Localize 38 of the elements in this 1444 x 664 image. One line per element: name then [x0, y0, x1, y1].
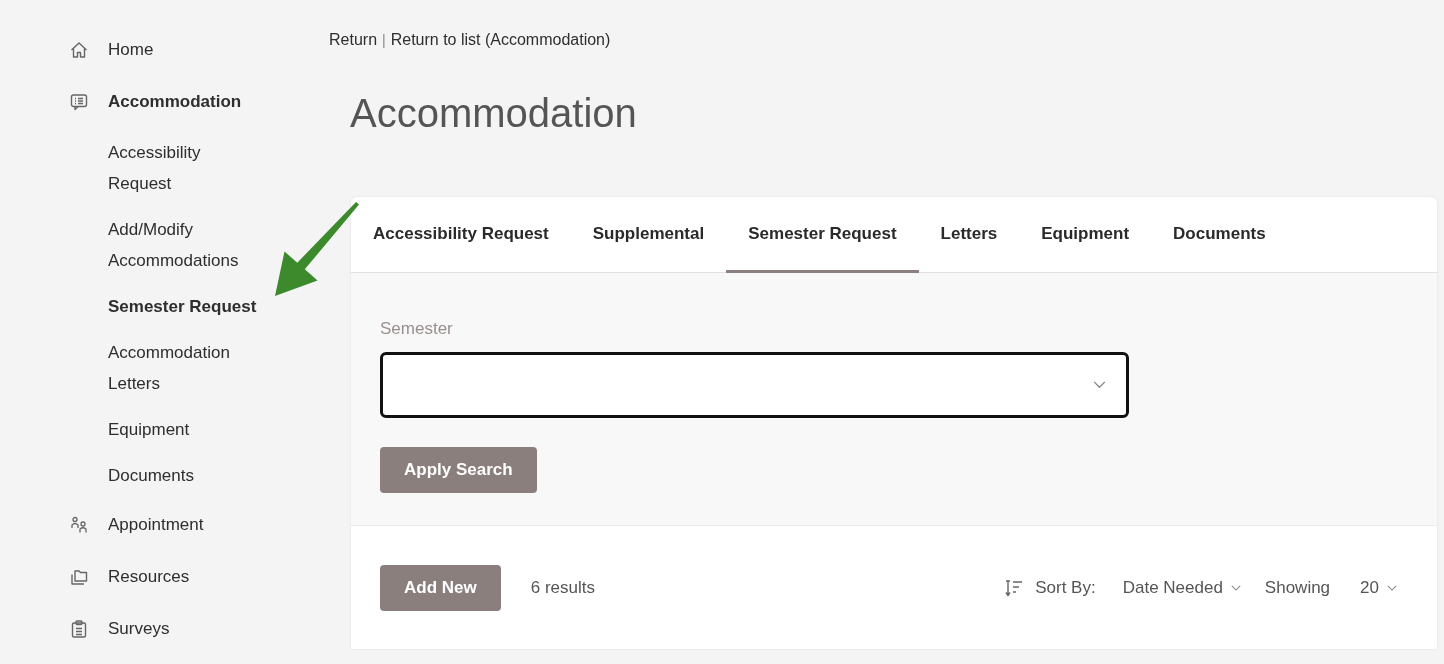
tab[interactable]: Accessibility Request — [351, 197, 571, 273]
breadcrumb-link[interactable]: Return to list (Accommodation) — [390, 30, 611, 50]
sidebar-subitem[interactable]: Accommodation Letters — [108, 329, 264, 406]
sidebar-subitem[interactable]: Documents — [108, 452, 194, 498]
tab[interactable]: Letters — [918, 197, 1020, 273]
chevron-down-icon — [1093, 381, 1106, 389]
chevron-down-icon — [1387, 585, 1397, 591]
home-icon — [70, 41, 88, 59]
folders-icon — [70, 568, 88, 586]
field-label: Semester — [380, 319, 453, 339]
page-size-dropdown[interactable]: 20 — [1360, 578, 1397, 598]
tab[interactable]: Supplemental — [570, 197, 727, 273]
results-count: 6 results — [530, 578, 595, 598]
page-title: Accommodation — [350, 90, 638, 137]
sidebar-item[interactable]: Appointment — [108, 513, 204, 537]
sort-label: Sort By: — [1035, 578, 1096, 598]
sidebar-subitem[interactable]: Equipment — [108, 406, 190, 452]
chevron-down-icon — [1230, 585, 1241, 591]
sort-dropdown[interactable]: Date Needed — [1122, 578, 1241, 598]
page-size-label: Showing — [1264, 578, 1331, 598]
breadcrumb-link[interactable]: Return — [329, 30, 378, 50]
sidebar-subitem[interactable]: Semester Request — [108, 283, 257, 329]
apply-search-button[interactable]: Apply Search — [380, 447, 537, 493]
semester-select[interactable] — [380, 352, 1129, 418]
sidebar-item[interactable]: Resources — [108, 565, 190, 589]
message-list-icon — [70, 93, 88, 111]
clipboard-icon — [70, 620, 88, 638]
sidebar-subitem[interactable]: Accessibility Request — [108, 129, 264, 206]
tab[interactable]: Documents — [1151, 197, 1288, 273]
sidebar-item[interactable]: Home — [108, 38, 154, 62]
tab[interactable]: Equipment — [1019, 197, 1152, 273]
breadcrumb-separator: | — [382, 31, 386, 50]
sort-icon — [1005, 579, 1024, 597]
add-new-button[interactable]: Add New — [380, 565, 501, 611]
sidebar-item[interactable]: Accommodation — [108, 90, 242, 114]
sidebar-item[interactable]: Surveys — [108, 617, 170, 641]
people-icon — [70, 516, 88, 534]
sidebar-subitem[interactable]: Add/Modify Accommodations — [108, 206, 264, 283]
